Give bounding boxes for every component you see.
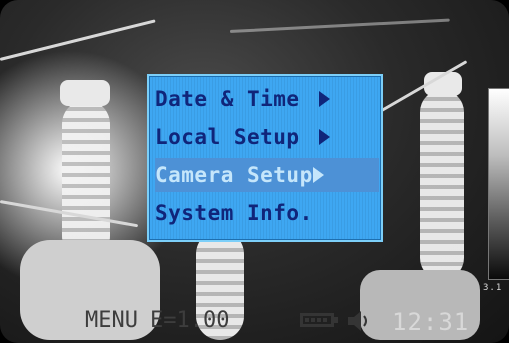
insulator-right: [420, 90, 464, 280]
insulator-left-cap: [60, 80, 110, 106]
temperature-scale-bar: [488, 88, 509, 280]
menu-item-label: Local Setup: [155, 125, 313, 149]
menu-item-system-info[interactable]: System Info.: [155, 196, 379, 230]
emissivity-readout: E=1.00: [150, 308, 230, 333]
clock: 12:31: [392, 308, 470, 336]
scale-min-label: 3.1: [483, 283, 503, 293]
menu-softkey-label[interactable]: MENU: [85, 308, 138, 333]
chevron-right-icon: [312, 167, 324, 183]
battery-icon: [300, 313, 338, 327]
thermal-viewfinder: 3.1 Date & Time Local Setup Camera Setup…: [0, 0, 509, 343]
status-bar: MENU E=1.00 12:31: [0, 300, 509, 340]
settings-menu: Date & Time Local Setup Camera Setup Sys…: [147, 74, 383, 242]
insulator-left: [62, 100, 110, 260]
menu-item-label: System Info.: [155, 201, 313, 225]
chevron-right-icon: [318, 129, 330, 145]
chevron-right-icon: [318, 91, 330, 107]
menu-item-label: Camera Setup: [155, 163, 313, 187]
menu-item-date-time[interactable]: Date & Time: [155, 82, 379, 116]
wire: [229, 18, 450, 33]
speaker-icon: [348, 311, 367, 331]
menu-item-label: Date & Time: [155, 87, 313, 111]
battery-cells: [305, 318, 329, 322]
menu-item-local-setup[interactable]: Local Setup: [155, 120, 379, 154]
menu-item-camera-setup[interactable]: Camera Setup: [155, 158, 379, 192]
